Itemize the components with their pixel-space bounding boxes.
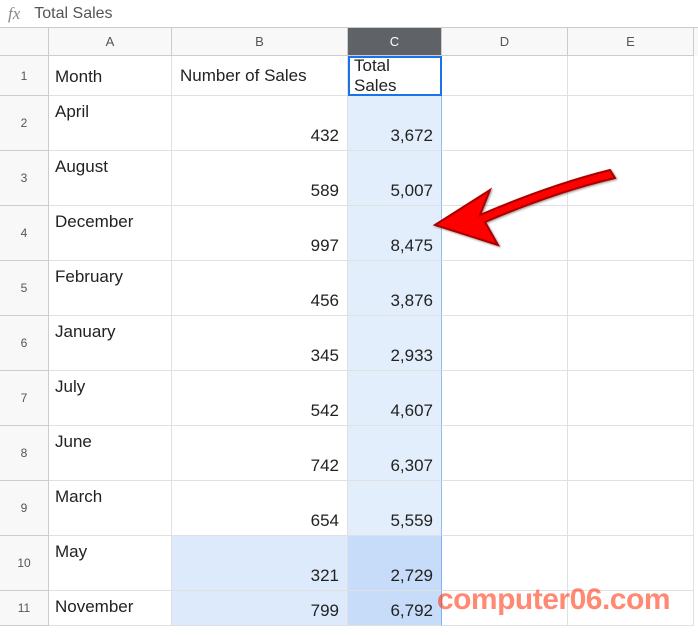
table-row: 6 January 345 2,933: [0, 316, 698, 371]
cell-B7[interactable]: 542: [172, 371, 348, 426]
cell-D5[interactable]: [442, 261, 568, 316]
cell-D7[interactable]: [442, 371, 568, 426]
cell-B1[interactable]: Number of Sales: [172, 56, 348, 96]
row-header-9[interactable]: 9: [0, 481, 49, 536]
cell-D3[interactable]: [442, 151, 568, 206]
row-header-8[interactable]: 8: [0, 426, 49, 481]
row-header-3[interactable]: 3: [0, 151, 49, 206]
cell-E7[interactable]: [568, 371, 694, 426]
table-row: 1 Month Number of Sales Total Sales: [0, 56, 698, 96]
cell-D2[interactable]: [442, 96, 568, 151]
cell-E4[interactable]: [568, 206, 694, 261]
column-header-E[interactable]: E: [568, 28, 694, 56]
cell-C10[interactable]: 2,729: [348, 536, 442, 591]
table-row: 5 February 456 3,876: [0, 261, 698, 316]
cell-A11[interactable]: November: [49, 591, 172, 626]
cell-C6[interactable]: 2,933: [348, 316, 442, 371]
column-header-A[interactable]: A: [49, 28, 172, 56]
cell-E3[interactable]: [568, 151, 694, 206]
cell-C9[interactable]: 5,559: [348, 481, 442, 536]
cell-C7[interactable]: 4,607: [348, 371, 442, 426]
cell-C1[interactable]: Total Sales: [348, 56, 442, 96]
cell-A4[interactable]: December: [49, 206, 172, 261]
cell-E6[interactable]: [568, 316, 694, 371]
data-rows: 1 Month Number of Sales Total Sales 2 Ap…: [0, 56, 698, 626]
cell-A7[interactable]: July: [49, 371, 172, 426]
cell-C4[interactable]: 8,475: [348, 206, 442, 261]
table-row: 10 May 321 2,729: [0, 536, 698, 591]
cell-C5[interactable]: 3,876: [348, 261, 442, 316]
cell-B8[interactable]: 742: [172, 426, 348, 481]
cell-E9[interactable]: [568, 481, 694, 536]
cell-A1[interactable]: Month: [49, 56, 172, 96]
row-header-1[interactable]: 1: [0, 56, 49, 96]
cell-A8[interactable]: June: [49, 426, 172, 481]
cell-A5[interactable]: February: [49, 261, 172, 316]
cell-B3[interactable]: 589: [172, 151, 348, 206]
cell-E11[interactable]: [568, 591, 694, 626]
cell-B6[interactable]: 345: [172, 316, 348, 371]
cell-D6[interactable]: [442, 316, 568, 371]
cell-C2[interactable]: 3,672: [348, 96, 442, 151]
select-all-corner[interactable]: [0, 28, 49, 56]
cell-B4[interactable]: 997: [172, 206, 348, 261]
column-header-B[interactable]: B: [172, 28, 348, 56]
row-header-4[interactable]: 4: [0, 206, 49, 261]
cell-E2[interactable]: [568, 96, 694, 151]
column-header-C[interactable]: C: [348, 28, 442, 56]
row-header-7[interactable]: 7: [0, 371, 49, 426]
table-row: 8 June 742 6,307: [0, 426, 698, 481]
cell-E10[interactable]: [568, 536, 694, 591]
column-header-D[interactable]: D: [442, 28, 568, 56]
cell-D8[interactable]: [442, 426, 568, 481]
row-header-6[interactable]: 6: [0, 316, 49, 371]
cell-C3[interactable]: 5,007: [348, 151, 442, 206]
cell-D4[interactable]: [442, 206, 568, 261]
cell-E5[interactable]: [568, 261, 694, 316]
table-row: 4 December 997 8,475: [0, 206, 698, 261]
table-row: 9 March 654 5,559: [0, 481, 698, 536]
cell-B11[interactable]: 799: [172, 591, 348, 626]
table-row: 3 August 589 5,007: [0, 151, 698, 206]
cell-D9[interactable]: [442, 481, 568, 536]
cell-A6[interactable]: January: [49, 316, 172, 371]
cell-B5[interactable]: 456: [172, 261, 348, 316]
fx-icon: fx: [8, 4, 20, 24]
cell-A9[interactable]: March: [49, 481, 172, 536]
formula-input[interactable]: [34, 5, 698, 23]
cell-D10[interactable]: [442, 536, 568, 591]
column-headers-row: A B C D E: [0, 28, 698, 56]
table-row: 11 November 799 6,792: [0, 591, 698, 626]
spreadsheet-grid: A B C D E 1 Month Number of Sales Total …: [0, 28, 698, 626]
row-header-11[interactable]: 11: [0, 591, 49, 626]
cell-A10[interactable]: May: [49, 536, 172, 591]
cell-B2[interactable]: 432: [172, 96, 348, 151]
formula-bar: fx: [0, 0, 698, 28]
cell-C11[interactable]: 6,792: [348, 591, 442, 626]
cell-B10[interactable]: 321: [172, 536, 348, 591]
table-row: 7 July 542 4,607: [0, 371, 698, 426]
cell-A2[interactable]: April: [49, 96, 172, 151]
table-row: 2 April 432 3,672: [0, 96, 698, 151]
cell-E8[interactable]: [568, 426, 694, 481]
cell-A3[interactable]: August: [49, 151, 172, 206]
cell-D11[interactable]: [442, 591, 568, 626]
cell-D1[interactable]: [442, 56, 568, 96]
cell-E1[interactable]: [568, 56, 694, 96]
row-header-5[interactable]: 5: [0, 261, 49, 316]
row-header-10[interactable]: 10: [0, 536, 49, 591]
row-header-2[interactable]: 2: [0, 96, 49, 151]
cell-C8[interactable]: 6,307: [348, 426, 442, 481]
cell-B9[interactable]: 654: [172, 481, 348, 536]
